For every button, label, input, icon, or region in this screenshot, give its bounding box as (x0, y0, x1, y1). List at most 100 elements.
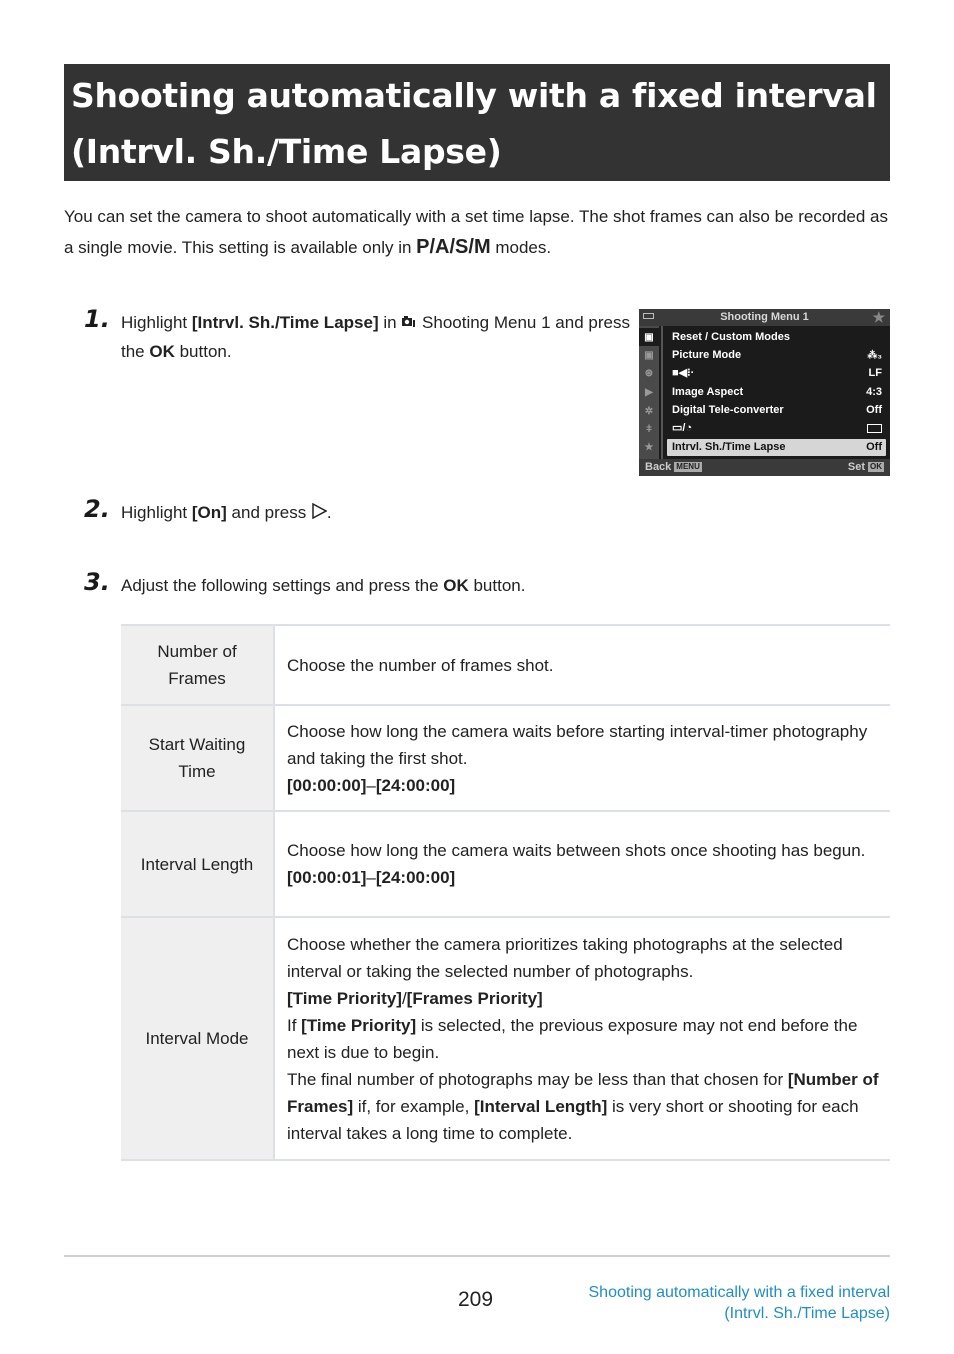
text: Adjust the following settings and press … (121, 576, 444, 595)
right-arrow-icon (311, 500, 328, 528)
shooting-menu-1-tab-icon: ▣ (639, 328, 659, 346)
text: button. (468, 576, 526, 595)
drive-selftimer-icon: ▭/◔ (672, 422, 693, 434)
description-text: Choose whether the camera prioritizes ta… (287, 934, 843, 981)
custom-menu-tab-icon: ✲ (644, 405, 654, 417)
option-2: [Frames Priority] (406, 988, 543, 1008)
camera-menu-header: Shooting Menu 1 ★ (639, 309, 890, 326)
setting-description: Choose the number of frames shot. (274, 625, 890, 705)
divider (661, 326, 663, 459)
camera-menu-row: ▭/◔ (667, 420, 886, 437)
option-ref: [On] (191, 503, 227, 522)
range-start: [00:00:00] (287, 775, 367, 795)
setting-ref: [Interval Length] (474, 1096, 608, 1116)
setting-name: Interval Length (121, 811, 275, 917)
page-title-bar: Shooting automatically with a fixed inte… (64, 64, 890, 181)
table-row: Interval Mode Choose whether the camera … (121, 917, 890, 1160)
star-icon: ★ (872, 309, 885, 325)
ok-button-ref: OK (443, 576, 469, 595)
row-value: Off (866, 441, 882, 453)
section-link-line-2: (Intrvl. Sh./Time Lapse) (724, 1305, 890, 1322)
setting-description: Choose how long the camera waits before … (274, 705, 890, 811)
range-end: [24:00:00] (375, 868, 456, 887)
footer-divider (64, 1255, 890, 1257)
page-title-line-2: (Intrvl. Sh./Time Lapse) (71, 132, 502, 171)
row-value: Off (866, 404, 882, 416)
page-title: Shooting automatically with a fixed inte… (71, 68, 882, 180)
text: . (326, 503, 332, 522)
range-start: [00:00:01] (287, 868, 367, 887)
step-text: Highlight [On] and press . (121, 499, 621, 528)
row-label: Intrvl. Sh./Time Lapse (672, 441, 786, 453)
shooting-menu-1-icon (401, 310, 417, 338)
section-link-line-1: Shooting automatically with a fixed inte… (588, 1284, 891, 1301)
intro-text-end: modes. (490, 238, 552, 257)
text: button. (174, 342, 232, 361)
setup-menu-tab-icon: ǂ (646, 423, 652, 435)
picture-mode-icon: ⁂₃ (867, 350, 882, 361)
option-ref: [Time Priority] (301, 1015, 417, 1035)
my-menu-tab-icon: ★ (644, 441, 654, 453)
back-hint: Back MENU (645, 459, 702, 476)
setting-name: Number of Frames (121, 625, 275, 705)
row-value: 4:3 (866, 386, 882, 398)
camera-menu-row: Reset / Custom Modes (667, 329, 886, 346)
text: Highlight (121, 313, 192, 332)
step-number: 3. (84, 568, 110, 596)
ok-key-icon: OK (868, 462, 884, 472)
intro-paragraph: You can set the camera to shoot automati… (64, 201, 890, 263)
page-number: 209 (458, 1288, 494, 1311)
setting-name: Start Waiting Time (121, 705, 275, 811)
step-text: Highlight [Intrvl. Sh./Time Lapse] in Sh… (121, 309, 631, 366)
camera-menu-screenshot: Shooting Menu 1 ★ ▣ ▣ ⊛ ▶ ✲ ǂ ★ Reset / … (639, 309, 890, 476)
row-label: Picture Mode (672, 349, 742, 361)
row-label: Reset / Custom Modes (672, 331, 790, 343)
settings-table: Number of Frames Choose the number of fr… (121, 624, 890, 1161)
text: The final number of photographs may be l… (287, 1069, 788, 1089)
text: and press (226, 503, 311, 522)
set-label: Set (847, 461, 865, 473)
step-text: Adjust the following settings and press … (121, 572, 721, 600)
single-frame-icon (867, 424, 882, 433)
description-text: Choose how long the camera waits between… (287, 841, 866, 860)
video-menu-tab-icon: ⊛ (644, 367, 654, 379)
menu-item-ref: [Intrvl. Sh./Time Lapse] (191, 313, 379, 332)
option-1: [Time Priority] (287, 988, 402, 1008)
menu-key-icon: MENU (674, 462, 702, 472)
text: in (378, 313, 402, 332)
row-label: Image Aspect (672, 386, 744, 398)
shooting-menu-2-tab-icon: ▣ (644, 349, 654, 361)
section-link[interactable]: Shooting automatically with a fixed inte… (589, 1282, 891, 1324)
camera-menu-row: Digital Tele-converter Off (667, 402, 886, 419)
camera-menu-row: Image Aspect 4:3 (667, 384, 886, 401)
table-row: Number of Frames Choose the number of fr… (121, 625, 890, 705)
modes-label: P/A/S/M (416, 236, 491, 258)
camera-menu-title: Shooting Menu 1 (720, 311, 809, 323)
row-value: LF (868, 367, 882, 379)
setting-description: Choose how long the camera waits between… (274, 811, 890, 917)
playback-menu-tab-icon: ▶ (645, 386, 653, 398)
step-number: 1. (84, 305, 110, 333)
camera-menu-row-selected: Intrvl. Sh./Time Lapse Off (667, 439, 886, 456)
description-text: Choose how long the camera waits before … (287, 721, 868, 768)
text: Highlight (121, 503, 192, 522)
row-label: Digital Tele-converter (672, 404, 784, 416)
table-row: Start Waiting Time Choose how long the c… (121, 705, 890, 811)
camera-menu-row: ■◀⁝· LF (667, 365, 886, 382)
range-end: [24:00:00] (375, 775, 456, 795)
text: If (287, 1015, 302, 1035)
camera-quality-icon: ■◀⁝· (672, 367, 695, 379)
step-number: 2. (84, 495, 110, 523)
page-title-line-1: Shooting automatically with a fixed inte… (71, 76, 877, 115)
back-label: Back (645, 461, 672, 473)
camera-menu-tabs: ▣ ▣ ⊛ ▶ ✲ ǂ ★ (639, 326, 659, 459)
range-separator: – (366, 775, 376, 795)
camera-menu-footer: Back MENU Set OK (639, 459, 890, 476)
range-separator: – (366, 868, 376, 887)
setting-name: Interval Mode (121, 917, 275, 1160)
text: if, for example, (353, 1096, 475, 1116)
setting-description: Choose whether the camera prioritizes ta… (274, 917, 890, 1160)
camera-menu-row: Picture Mode ⁂₃ (667, 347, 886, 364)
table-row: Interval Length Choose how long the came… (121, 811, 890, 917)
set-hint: Set OK (848, 459, 884, 476)
